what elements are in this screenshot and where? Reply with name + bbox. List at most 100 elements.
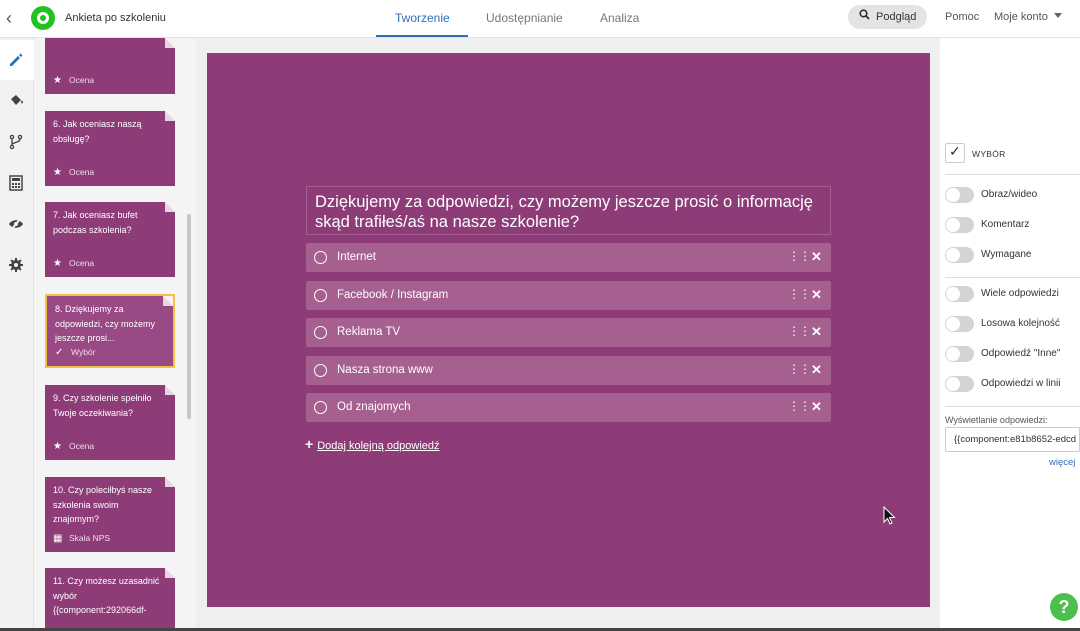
toggle-row[interactable]: Odpowiedź "Inne" [945,344,1080,364]
bar-chart-icon: ▦ [53,532,63,544]
star-icon: ★ [53,74,62,86]
gear-icon [9,258,23,272]
star-icon: ★ [53,166,62,178]
toggle-switch[interactable] [945,247,974,263]
eye-slash-icon [9,217,23,231]
chevron-down-icon[interactable] [1054,13,1062,18]
drag-handle-icon[interactable]: ⋮⋮ [788,249,811,263]
toggle-row[interactable]: Wymagane [945,245,1080,265]
plus-icon: + [305,436,314,452]
close-icon[interactable]: ✕ [811,287,822,303]
answer-text[interactable]: Facebook / Instagram [337,289,448,301]
star-icon: ★ [53,257,62,269]
tab-analiza[interactable]: Analiza [600,11,639,25]
radio-icon [314,251,327,264]
rail-item-logic[interactable] [0,122,34,162]
answer-text[interactable]: Internet [337,251,376,263]
branch-icon [9,134,23,150]
question-card-text: 10. Czy poleciłbyś nasze szkolenia swoim… [53,485,153,524]
pencil-icon [10,53,23,66]
question-card[interactable]: 9. Czy szkolenie spełniło Twoje oczekiwa… [45,385,175,460]
question-list-scrollbar[interactable] [187,214,191,419]
divider [945,406,1080,407]
logo-core [40,15,46,21]
question-card[interactable]: ★ Ocena [45,38,175,94]
tab-tworzenie[interactable]: Tworzenie [395,11,450,25]
rail-item-theme[interactable] [0,81,34,121]
rail-item-calculator[interactable] [0,163,34,203]
question-card-type: ★ Ocena [53,165,94,181]
search-icon [859,9,870,23]
add-answer-link[interactable]: + Dodaj kolejną odpowiedź [305,436,440,452]
toggle-switch[interactable] [945,286,974,302]
answer-option[interactable]: Od znajomych ⋮⋮ ✕ [306,393,831,422]
help-question-icon[interactable]: ? [1050,593,1078,621]
toggle-switch[interactable] [945,376,974,392]
drag-handle-icon[interactable]: ⋮⋮ [788,362,811,376]
more-link[interactable]: więcej [1049,457,1075,468]
close-icon[interactable]: ✕ [811,362,822,378]
help-link[interactable]: Pomoc [945,11,979,23]
close-icon[interactable]: ✕ [811,249,822,265]
toggle-label: Odpowiedź "Inne" [981,348,1061,359]
question-title-input[interactable]: Dziękujemy za odpowiedzi, czy możemy jes… [306,186,831,235]
question-card-type: ★ Ocena [53,439,94,455]
rail-item-settings[interactable] [0,245,34,285]
question-card-type: ✓ Wybór [55,345,95,361]
question-card-selected[interactable]: 8. Dziękujemy za odpowiedzi, czy możemy … [45,294,175,368]
type-label: WYBÓR [972,149,1006,159]
toggle-row[interactable]: Komentarz [945,215,1080,235]
question-card[interactable]: 7. Jak oceniasz bufet podczas szkolenia?… [45,202,175,277]
drag-handle-icon[interactable]: ⋮⋮ [788,287,811,301]
question-card[interactable]: 11. Czy możesz uzasadnić wybór {{compone… [45,568,175,631]
close-icon[interactable]: ✕ [811,324,822,340]
answer-text[interactable]: Reklama TV [337,326,400,338]
toggle-row[interactable]: Losowa kolejność [945,314,1080,334]
rail-item-edit[interactable] [0,40,34,80]
toggle-row[interactable]: Obraz/wideo [945,185,1080,205]
drag-handle-icon[interactable]: ⋮⋮ [788,324,811,338]
calculator-icon [9,175,23,191]
back-chevron-icon[interactable]: ‹ [6,9,20,27]
toggle-switch[interactable] [945,346,974,362]
toggle-switch[interactable] [945,217,974,233]
drag-handle-icon[interactable]: ⋮⋮ [788,399,811,413]
answer-text[interactable]: Nasza strona www [337,364,433,376]
type-checkbox[interactable]: ✓ [945,143,965,163]
question-card-text: 7. Jak oceniasz bufet podczas szkolenia? [53,210,138,235]
answer-option[interactable]: Nasza strona www ⋮⋮ ✕ [306,356,831,385]
toggle-label: Losowa kolejność [981,318,1060,329]
question-card-type: ★ Ocena [53,73,94,89]
paint-bucket-icon [11,95,23,105]
radio-icon [314,401,327,414]
survey-title[interactable]: Ankieta po szkoleniu [65,12,166,24]
question-list: ★ Ocena 6. Jak oceniasz naszą obsługę? ★ O… [34,38,196,631]
answer-text[interactable]: Od znajomych [337,401,411,413]
rail-item-hidden[interactable] [0,204,34,244]
toggle-label: Komentarz [981,219,1030,230]
app-logo[interactable] [31,6,55,30]
toggle-switch[interactable] [945,187,974,203]
toggle-row[interactable]: Wiele odpowiedzi [945,284,1080,304]
question-card-text: 11. Czy możesz uzasadnić wybór {{compone… [53,576,160,615]
star-icon: ★ [53,440,62,452]
account-menu[interactable]: Moje konto [994,11,1048,23]
toggle-switch[interactable] [945,316,974,332]
answer-option[interactable]: Internet ⋮⋮ ✕ [306,243,831,272]
question-card[interactable]: 10. Czy poleciłbyś nasze szkolenia swoim… [45,477,175,552]
radio-icon [314,326,327,339]
question-card[interactable]: 6. Jak oceniasz naszą obsługę? ★ Ocena [45,111,175,186]
tab-udostepnianie[interactable]: Udostępnianie [486,11,563,25]
answer-option[interactable]: Reklama TV ⋮⋮ ✕ [306,318,831,347]
close-icon[interactable]: ✕ [811,399,822,415]
tool-rail [0,38,34,631]
answer-option[interactable]: Facebook / Instagram ⋮⋮ ✕ [306,281,831,310]
active-tab-indicator [376,35,468,37]
display-field[interactable]: {{component:e81b8652-edcd [945,427,1080,452]
toggle-row[interactable]: Odpowiedzi w linii [945,374,1080,394]
settings-panel: ✓ WYBÓR Obraz/wideo Komentarz Wymagane W… [940,38,1080,631]
preview-button[interactable]: Podgląd [848,5,927,29]
toggle-label: Obraz/wideo [981,189,1038,200]
radio-icon [314,289,327,302]
question-card-text: 8. Dziękujemy za odpowiedzi, czy możemy … [55,304,156,343]
